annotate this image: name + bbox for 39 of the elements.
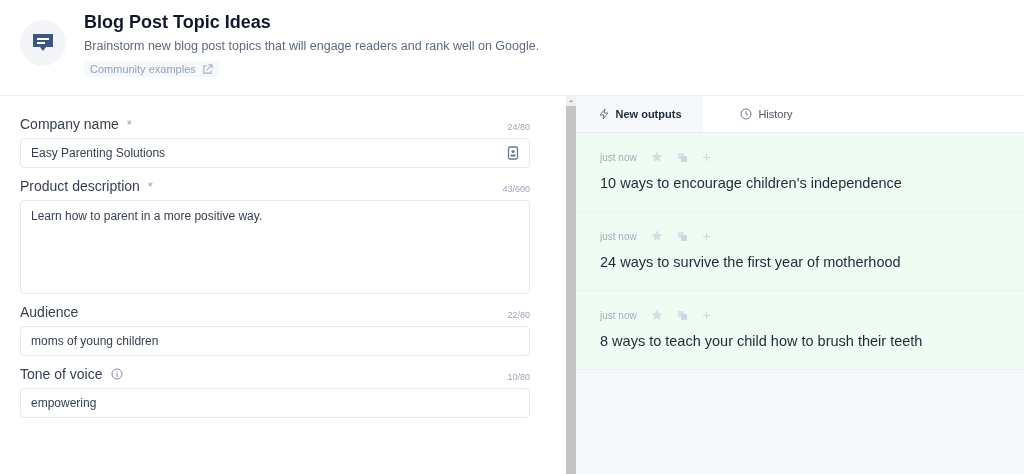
add-icon[interactable] — [701, 152, 711, 162]
output-text: 10 ways to encourage children's independence — [600, 175, 903, 191]
text-area[interactable]: Learn how to parent in a more positive way. — [20, 200, 530, 294]
output-text: 24 ways to survive the first year of motherhood — [600, 254, 902, 270]
required-mark: * — [147, 178, 153, 194]
add-icon[interactable] — [701, 231, 711, 241]
required-mark: * — [126, 116, 132, 132]
page-title: Blog Post Topic Ideas — [84, 12, 272, 33]
timestamp: just now — [600, 230, 637, 242]
scrollbar[interactable] — [566, 96, 576, 474]
lightning-icon — [597, 108, 610, 120]
character-count: 22/80 — [507, 310, 530, 320]
timestamp: just now — [600, 309, 637, 321]
input-field[interactable]: Easy Parenting Solutions — [20, 138, 530, 168]
character-count: 24/80 — [507, 122, 530, 132]
output-text: 8 ways to teach your child how to brush their teeth — [600, 333, 924, 349]
timestamp: just now — [600, 151, 637, 163]
star-icon[interactable] — [650, 309, 663, 321]
star-icon[interactable] — [650, 151, 663, 163]
info-icon[interactable] — [110, 368, 123, 380]
field-label: Audience — [20, 304, 79, 320]
contact-card-icon[interactable] — [507, 146, 519, 160]
field-label: Company name — [20, 116, 119, 132]
copy-icon[interactable] — [676, 230, 688, 242]
copy-icon[interactable] — [676, 151, 688, 163]
input-field[interactable]: moms of young children — [20, 326, 530, 356]
page-description: Brainstorm new blog post topics that will engage readers and rank well on Google. — [84, 39, 540, 53]
add-icon[interactable] — [701, 310, 711, 320]
clock-icon — [740, 108, 753, 120]
input-field[interactable]: empowering — [20, 388, 530, 418]
tab[interactable]: New outputs — [576, 96, 703, 132]
external-link-icon — [201, 63, 213, 75]
star-icon[interactable] — [650, 230, 663, 242]
character-count: 43/600 — [502, 184, 530, 194]
copy-icon[interactable] — [676, 309, 688, 321]
field-label: Tone of voice — [20, 366, 103, 382]
character-count: 10/80 — [507, 372, 530, 382]
field-label: Product description — [20, 178, 140, 194]
chat-bubble-icon — [20, 20, 66, 66]
